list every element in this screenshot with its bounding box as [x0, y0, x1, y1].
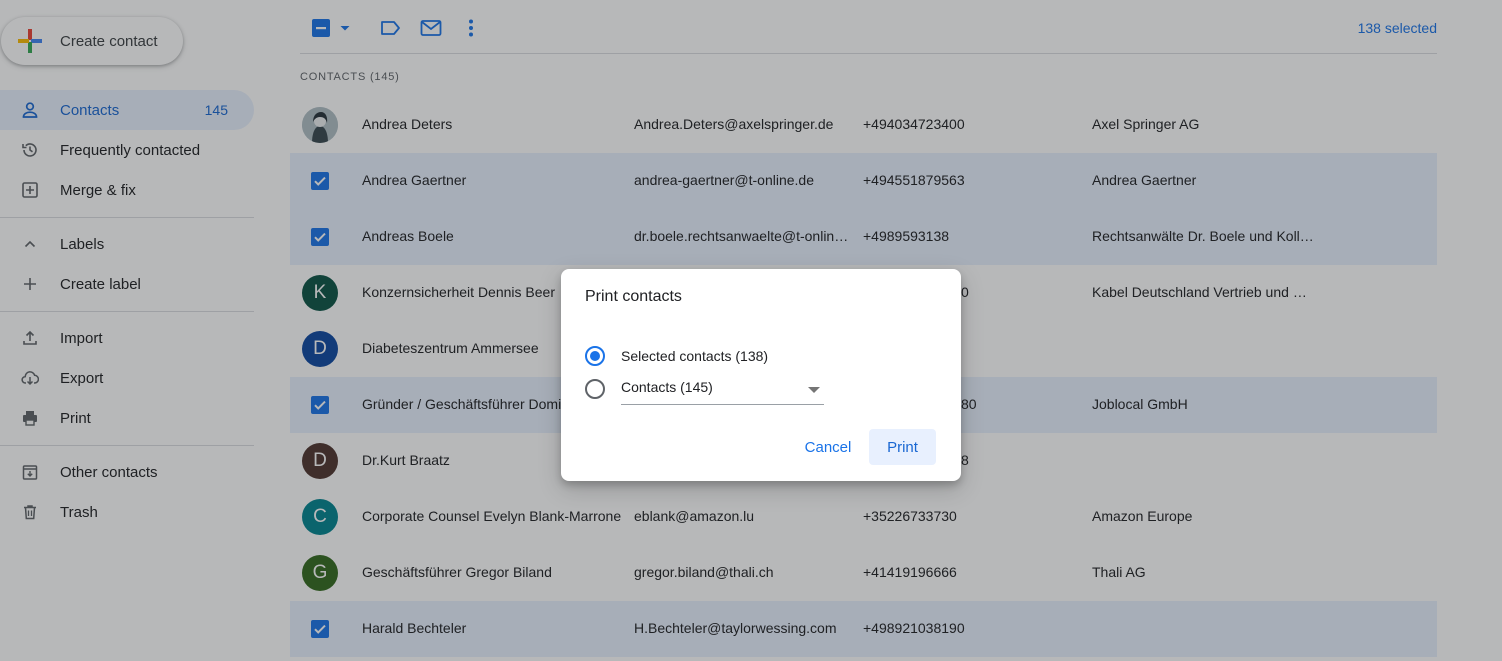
dialog-title: Print contacts [585, 288, 682, 305]
contacts-group-select[interactable]: Contacts (145) [621, 376, 824, 405]
radio-all-contacts[interactable] [585, 379, 605, 399]
print-button[interactable]: Print [869, 429, 936, 465]
contacts-group-select-value: Contacts (145) [621, 379, 713, 395]
cancel-button[interactable]: Cancel [795, 429, 861, 465]
radio-selected-contacts-label[interactable]: Selected contacts (138) [621, 348, 768, 364]
print-contacts-dialog: Print contacts Selected contacts (138) C… [561, 269, 961, 481]
dropdown-arrow-icon [808, 387, 820, 393]
radio-selected-contacts[interactable] [585, 346, 605, 366]
